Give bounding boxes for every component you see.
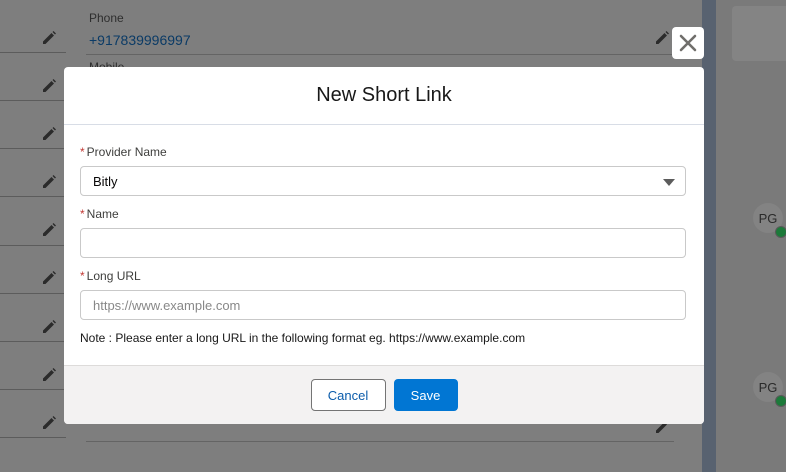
- close-icon: [679, 34, 697, 52]
- list-divider: [0, 245, 66, 246]
- list-divider: [0, 341, 66, 342]
- pencil-icon[interactable]: [42, 320, 56, 334]
- pencil-icon[interactable]: [42, 175, 56, 189]
- provider-name-label-text: Provider Name: [86, 145, 167, 159]
- provider-name-select[interactable]: Bitly: [80, 166, 686, 196]
- pencil-icon[interactable]: [42, 31, 56, 45]
- provider-name-value: Bitly: [93, 173, 118, 189]
- pencil-icon[interactable]: [42, 127, 56, 141]
- close-button[interactable]: [672, 27, 704, 59]
- right-panel-card: [732, 6, 786, 61]
- phone-label: Phone: [89, 11, 124, 25]
- field-divider: [86, 441, 674, 442]
- required-marker: *: [80, 207, 85, 221]
- list-divider: [0, 389, 66, 390]
- format-note: Note : Please enter a long URL in the fo…: [80, 331, 526, 345]
- modal-title: New Short Link: [316, 84, 452, 106]
- pencil-icon[interactable]: [42, 223, 56, 237]
- chevron-down-icon: [663, 179, 675, 186]
- long-url-label-text: Long URL: [86, 269, 141, 283]
- list-divider: [0, 148, 66, 149]
- cancel-button[interactable]: Cancel: [310, 379, 386, 411]
- name-label-text: Name: [86, 207, 119, 221]
- provider-name-label: * Provider Name: [80, 145, 167, 159]
- whatsapp-icon: [775, 395, 786, 407]
- modal-body: *Provider Name Bitly *Name *Long URL Not…: [64, 125, 704, 367]
- list-divider: [0, 293, 66, 294]
- list-divider: [0, 52, 66, 53]
- field-divider: [86, 54, 674, 55]
- modal-header: New Short Link: [64, 67, 704, 125]
- phone-value[interactable]: +917839996997: [89, 32, 191, 48]
- long-url-label: * Long URL: [80, 269, 141, 283]
- whatsapp-icon: [775, 226, 786, 238]
- new-short-link-modal: New Short Link * Provider Name Bitly * Nam…: [64, 67, 704, 424]
- edit-phone-icon[interactable]: [655, 31, 669, 45]
- required-marker: *: [80, 269, 85, 283]
- list-divider: [0, 100, 66, 101]
- modal-footer: Cancel Save: [64, 365, 704, 424]
- pencil-icon[interactable]: [42, 271, 56, 285]
- panel-divider: [702, 0, 716, 472]
- name-label: * Name: [80, 207, 119, 221]
- name-input[interactable]: [80, 228, 686, 258]
- left-list-panel: [0, 0, 66, 472]
- list-divider: [0, 196, 66, 197]
- save-button[interactable]: Save: [393, 379, 458, 411]
- long-url-input[interactable]: [80, 290, 686, 320]
- list-divider: [0, 437, 66, 438]
- pencil-icon[interactable]: [42, 416, 56, 430]
- required-marker: *: [80, 145, 85, 159]
- pencil-icon[interactable]: [42, 79, 56, 93]
- pencil-icon[interactable]: [42, 368, 56, 382]
